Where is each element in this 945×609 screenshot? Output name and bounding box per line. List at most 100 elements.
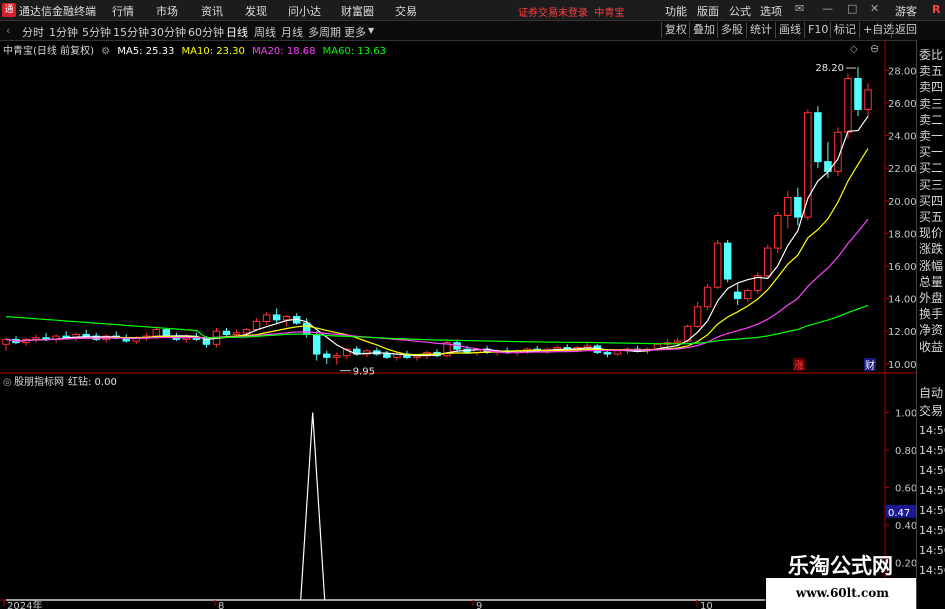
watermark-title: 乐淘公式网 xyxy=(788,554,893,578)
candle-down xyxy=(222,330,231,335)
candle-up xyxy=(764,247,772,277)
toolbar-diejia[interactable]: 叠加 xyxy=(689,22,718,38)
side-label: 买四 xyxy=(919,193,944,208)
chart-canvas[interactable]: 28.00 26.00 24.00 22.00 20.00 18.00 16.00 14.00… xyxy=(0,40,916,609)
indicator-tick-label: 0.40 xyxy=(895,521,916,532)
indicator-tick-label: 0.80 xyxy=(895,446,916,457)
toolbar-duogu[interactable]: 多股 xyxy=(717,22,746,38)
envelope-icon[interactable]: ✉ xyxy=(795,2,804,15)
period-30min[interactable]: 30分钟 xyxy=(150,24,186,40)
candle-up xyxy=(713,242,722,288)
menu-gongshi[interactable]: 公式 xyxy=(729,3,751,19)
candle-down xyxy=(322,353,331,358)
price-tick-label: 24.00 xyxy=(888,132,916,143)
candle-down xyxy=(794,197,802,218)
close-icon[interactable]: ✕ xyxy=(870,2,879,15)
ma5-line xyxy=(5,115,869,357)
side-time: 14:56 xyxy=(919,524,945,537)
candle-up xyxy=(282,316,291,321)
side-auto-trade[interactable]: 交易 xyxy=(919,402,943,419)
menu-jiaoyi[interactable]: 交易 xyxy=(395,3,417,19)
indicator-settings-icon: ◎ xyxy=(3,377,12,388)
side-label: 卖一 xyxy=(919,129,944,143)
candle-up xyxy=(613,350,622,355)
period-arrow-icon[interactable]: ‹ xyxy=(6,24,10,37)
candle-up xyxy=(333,355,341,358)
toolbar-fanhui[interactable]: 返回 xyxy=(891,22,920,38)
ma20-line xyxy=(5,218,869,354)
candle-up xyxy=(864,89,872,110)
period-multi[interactable]: 多周期 xyxy=(308,24,341,40)
price-tick-label: 12.00 xyxy=(888,327,916,338)
candle-up xyxy=(784,197,792,216)
menu-caifuquan[interactable]: 财富圈 xyxy=(341,3,374,19)
candle-up xyxy=(693,306,702,327)
toolbar-huaxian[interactable]: 画线 xyxy=(775,22,804,38)
candle-down xyxy=(162,329,171,337)
price-tick-label: 16.00 xyxy=(888,262,916,273)
menu-hangqing[interactable]: 行情 xyxy=(112,3,134,19)
menu-shichang[interactable]: 市场 xyxy=(156,3,178,19)
candle-up xyxy=(703,286,712,308)
price-tick-label: 10.00 xyxy=(888,360,916,371)
indicator-value: 红钻: 0.00 xyxy=(68,375,117,388)
ma10-line xyxy=(5,148,869,356)
high-price-label: 28.20 xyxy=(815,63,844,74)
candle-up xyxy=(152,329,161,337)
menu-gongneng[interactable]: 功能 xyxy=(665,3,687,19)
period-weekly[interactable]: 周线 xyxy=(254,24,276,40)
menu-xuanxiang[interactable]: 选项 xyxy=(760,3,782,19)
diamond-icon: ◇ xyxy=(850,44,858,55)
side-label: 卖五 xyxy=(919,64,944,79)
app-logo-icon: 通 xyxy=(2,3,16,17)
candle-down xyxy=(272,314,281,321)
more-dropdown-icon[interactable]: ▼ xyxy=(368,26,374,35)
candle-down xyxy=(302,322,311,335)
login-warning[interactable]: 证券交易未登录 中青宝 xyxy=(518,4,624,19)
menu-wenxiaoda[interactable]: 问小达 xyxy=(288,3,321,19)
side-auto-trade[interactable]: 自动 xyxy=(919,384,943,401)
side-time: 14:56 xyxy=(919,484,945,497)
zhang-marker: 涨 xyxy=(794,360,804,372)
candle-up xyxy=(844,77,852,133)
period-monthly[interactable]: 月线 xyxy=(281,24,303,40)
side-label: 总量 xyxy=(919,274,944,289)
toolbar-tongji[interactable]: 统计 xyxy=(746,22,775,38)
watermark: 乐淘公式网 www.60lt.com xyxy=(766,554,916,609)
candle-down xyxy=(202,338,211,345)
zoom-out-icon: ⊖ xyxy=(870,42,879,55)
watermark-url: www.60lt.com xyxy=(796,586,889,600)
cai-marker: 财 xyxy=(865,359,875,372)
user-label[interactable]: 游客 xyxy=(895,3,917,19)
period-15min[interactable]: 15分钟 xyxy=(113,24,149,40)
period-daily[interactable]: 日线 xyxy=(226,24,248,40)
price-tick-label: 18.00 xyxy=(888,229,916,240)
side-time: 14:56 xyxy=(919,444,945,457)
candle-up xyxy=(232,332,241,335)
indicator-tick-label: 0.20 xyxy=(895,559,916,570)
menu-faxian[interactable]: 发现 xyxy=(245,3,267,19)
price-tick-label: 26.00 xyxy=(888,99,916,110)
side-label: 现价 xyxy=(919,226,944,241)
side-label: 卖二 xyxy=(919,112,944,127)
period-5min[interactable]: 5分钟 xyxy=(82,24,111,40)
candle-up xyxy=(252,320,261,331)
period-toolbar: ‹ 分时 1分钟 5分钟 15分钟 30分钟 60分钟 日线 周线 月线 多周期… xyxy=(0,21,945,41)
toolbar-biaoji[interactable]: 标记 xyxy=(830,22,859,38)
period-1min[interactable]: 1分钟 xyxy=(49,24,78,40)
period-60min[interactable]: 60分钟 xyxy=(188,24,224,40)
side-label: 委比 xyxy=(919,48,944,62)
candle-down xyxy=(603,351,612,355)
toolbar-fuquan[interactable]: 复权 xyxy=(661,22,690,38)
side-label: 收益 xyxy=(919,339,944,354)
price-tick-label: 22.00 xyxy=(888,164,916,175)
menu-banmian[interactable]: 版面 xyxy=(697,3,719,19)
toolbar-f10[interactable]: F10 xyxy=(804,22,831,38)
minimize-icon[interactable]: — xyxy=(822,2,833,15)
period-fenshi[interactable]: 分时 xyxy=(22,24,44,40)
period-more[interactable]: 更多 xyxy=(344,24,366,40)
maximize-icon[interactable]: □ xyxy=(847,2,857,15)
candle-up xyxy=(262,314,271,322)
menu-zixun[interactable]: 资讯 xyxy=(201,3,223,19)
side-label: 买一 xyxy=(919,145,944,160)
